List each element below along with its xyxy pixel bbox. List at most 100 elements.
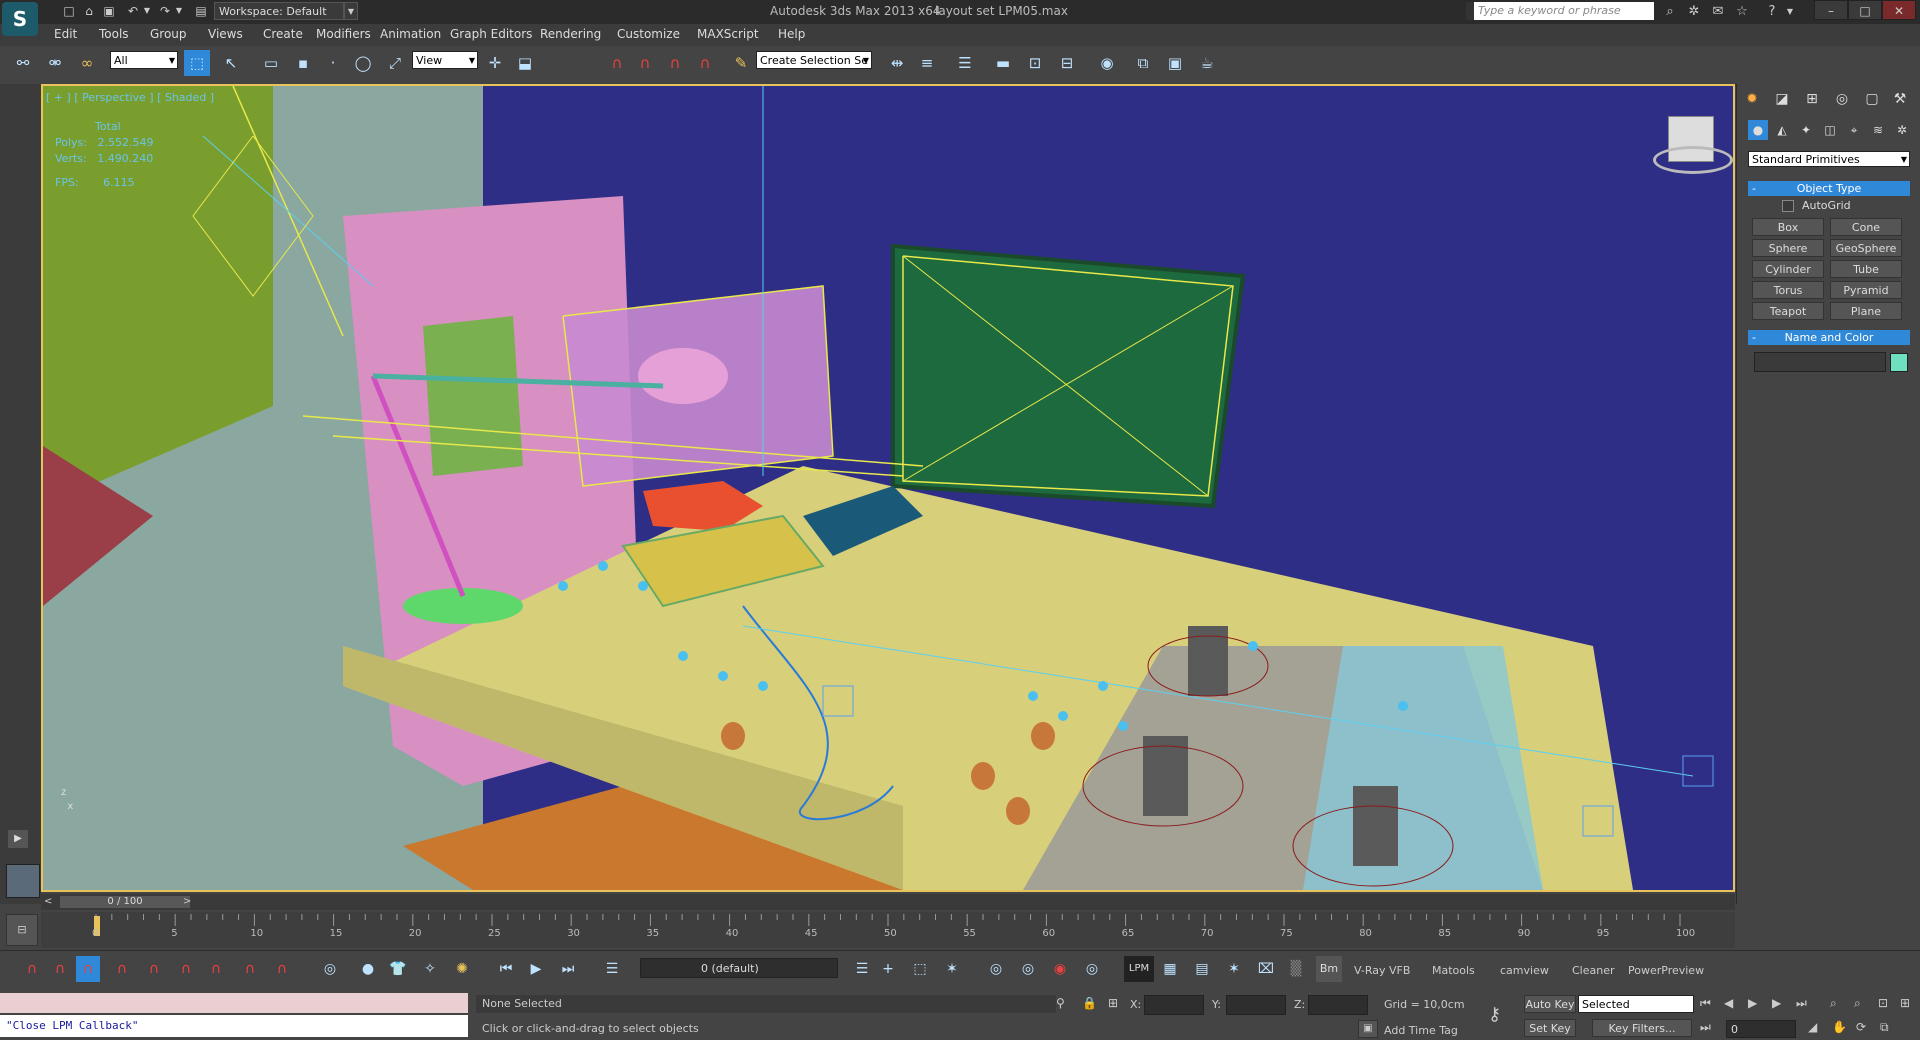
vray-light-icon[interactable]: ✶ [1222,956,1246,982]
snap-spinner-icon[interactable]: ∩ [204,956,228,982]
current-frame-field[interactable]: 0 [1726,1020,1796,1038]
motion-tab-icon[interactable]: ◎ [1830,88,1854,110]
workspace-dropdown[interactable]: Workspace: Default [214,2,344,20]
pivot-center-icon[interactable]: ✛ [482,50,508,76]
select-by-name-icon[interactable]: ↖ [218,50,244,76]
perspective-viewport[interactable]: z x [41,84,1735,892]
snap-percent-icon[interactable]: ∩ [174,956,198,982]
key-mode-toggle-icon[interactable]: ⏭ [1700,1020,1711,1035]
autogrid-checkbox[interactable] [1782,200,1794,212]
lights-category-icon[interactable]: ✦ [1796,120,1816,140]
zoom-all-icon[interactable]: ⌕ [1854,996,1861,1011]
default-key-icon[interactable]: ⚷ [1488,1004,1501,1025]
helpers-category-icon[interactable]: ⌖ [1844,120,1864,140]
minimize-button[interactable]: – [1814,0,1848,20]
unlink-icon[interactable]: ⚮ [42,50,68,76]
lpm-button[interactable]: LPM [1124,956,1154,982]
time-tag-icon[interactable]: ▣ [1358,1020,1378,1038]
render-setup-bottom-icon[interactable]: ◎ [984,956,1008,982]
angle-snap-icon[interactable]: ∩ [632,50,658,76]
curve-editor-icon[interactable]: ⊡ [1022,50,1048,76]
help-dropdown-icon[interactable]: ▼ [1780,3,1800,21]
bind-space-warp-icon[interactable]: ∞ [74,50,100,76]
undo-dropdown-icon[interactable]: ▼ [138,3,156,19]
x-coordinate-field[interactable] [1144,995,1204,1015]
select-scale-icon[interactable]: ⤢ [382,50,408,76]
menu-modifiers[interactable]: Modifiers [316,27,371,41]
render-frame-bottom-icon[interactable]: ◎ [1016,956,1040,982]
create-tab-icon[interactable]: ✹ [1740,88,1764,110]
tube-button[interactable]: Tube [1830,260,1902,278]
orbit-icon[interactable]: ⟳ [1856,1020,1866,1034]
camview-button[interactable]: camview [1500,964,1549,977]
vray-frame-icon[interactable]: ▦ [1158,956,1182,982]
menu-help[interactable]: Help [778,27,805,41]
cylinder-button[interactable]: Cylinder [1752,260,1824,278]
time-slider-next-icon[interactable]: > [183,896,191,907]
selection-filter-dropdown[interactable]: All [110,51,178,70]
render-active-icon[interactable]: ◉ [1048,956,1072,982]
cleaner-button[interactable]: Cleaner [1572,964,1615,977]
hierarchy-tab-icon[interactable]: ⊞ [1800,88,1824,110]
lock-icon[interactable]: 🔒 [1082,996,1097,1010]
schematic-view-icon[interactable]: ⊟ [1054,50,1080,76]
key-mode-dropdown[interactable]: Selected [1578,995,1694,1013]
absolute-mode-icon[interactable]: ⊞ [1108,996,1118,1010]
mirror-icon[interactable]: ⇹ [884,50,910,76]
select-move-icon[interactable]: · [320,50,346,76]
powerpreview-button[interactable]: PowerPreview [1628,964,1704,977]
previous-frame-icon[interactable]: ◀ [1724,996,1733,1010]
menu-create[interactable]: Create [263,27,303,41]
vray-material-icon[interactable]: ▒ [1284,956,1308,982]
add-layer-icon[interactable]: ☰ [850,956,874,982]
snaps-toggle-icon[interactable]: ∩ [604,50,630,76]
search-input[interactable]: Type a keyword or phrase [1474,2,1654,20]
binoculars-icon[interactable]: ⌕ [1660,3,1680,21]
graphite-ribbon-icon[interactable]: ▬ [990,50,1016,76]
sphere-tool-icon[interactable]: ● [356,956,380,982]
camera-prev-icon[interactable]: ⏮ [494,956,518,982]
save-file-icon[interactable]: ▣ [100,3,118,19]
layer-dropdown[interactable]: 0 (default) [640,958,838,978]
new-file-icon[interactable]: □ [60,3,78,19]
spinner-snap-icon[interactable]: ∩ [692,50,718,76]
torus-button[interactable]: Torus [1752,281,1824,299]
layer-manager-icon[interactable]: ☰ [952,50,978,76]
layer-manager-bottom-icon[interactable]: ☰ [600,956,624,982]
rectangular-selection-icon[interactable]: ▭ [258,50,284,76]
sphere-button[interactable]: Sphere [1752,239,1824,257]
rendered-frame-icon[interactable]: ▣ [1162,50,1188,76]
menu-tools[interactable]: Tools [99,27,129,41]
viewcube-ring[interactable] [1653,146,1733,174]
y-coordinate-field[interactable] [1226,995,1286,1015]
menu-animation[interactable]: Animation [380,27,441,41]
material-editor-icon[interactable]: ◉ [1094,50,1120,76]
box-button[interactable]: Box [1752,218,1824,236]
pan-icon[interactable]: ✋ [1832,1020,1847,1034]
pyramid-button[interactable]: Pyramid [1830,281,1902,299]
geosphere-button[interactable]: GeoSphere [1830,239,1902,257]
open-file-icon[interactable]: ⌂ [80,3,98,19]
primitive-type-dropdown[interactable]: Standard Primitives [1748,151,1910,168]
next-frame-icon[interactable]: ▶ [1772,996,1781,1010]
object-color-swatch[interactable] [1890,353,1908,372]
edit-named-selection-icon[interactable]: ✎ [728,50,754,76]
vray-sun-icon[interactable]: ⌧ [1254,956,1278,982]
snap-3d-icon[interactable]: ∩ [110,956,134,982]
particle-icon[interactable]: ✺ [450,956,474,982]
snap-icon[interactable]: ∩ [20,956,44,982]
subscription-icon[interactable]: ✲ [1684,3,1704,21]
object-type-rollout[interactable]: - Object Type [1748,181,1910,196]
maxscript-output[interactable]: "Close LPM Callback" [0,1015,468,1037]
go-to-start-icon[interactable]: ⏮ [1700,996,1711,1011]
field-of-view-icon[interactable]: ◢ [1808,1020,1817,1034]
set-key-button[interactable]: Set Key [1524,1019,1576,1037]
space-warps-category-icon[interactable]: ≋ [1868,120,1888,140]
zoom-extents-icon[interactable]: ⊡ [1878,996,1888,1010]
add-time-tag[interactable]: Add Time Tag [1384,1024,1458,1037]
bm-button[interactable]: Bm [1316,956,1342,982]
maximize-viewport-icon[interactable]: ⧉ [1880,1020,1889,1035]
link-icon[interactable]: ⚯ [10,50,36,76]
render-region-icon[interactable]: ◎ [1080,956,1104,982]
window-crossing-icon[interactable]: ▪ [290,50,316,76]
